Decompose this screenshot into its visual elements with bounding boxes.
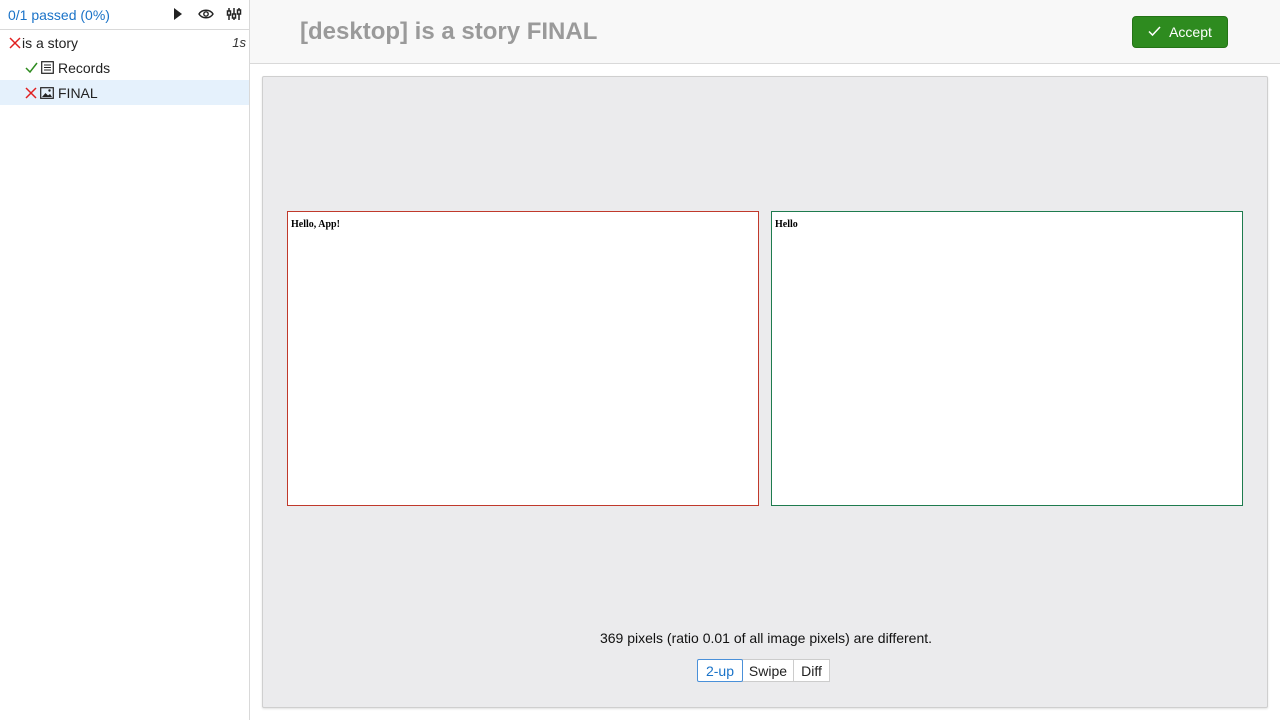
duration-label: 1s bbox=[232, 35, 246, 50]
mode-2up-button[interactable]: 2-up bbox=[697, 659, 743, 682]
tree-item-label: Records bbox=[58, 59, 111, 76]
expected-image-text: Hello bbox=[775, 219, 798, 230]
page-title: [desktop] is a story FINAL bbox=[300, 18, 598, 45]
settings-sliders-icon[interactable] bbox=[225, 5, 243, 23]
image-diff-panel: Hello, App! Hello 369 pixels (ratio 0.01… bbox=[262, 76, 1268, 708]
tree-item-records[interactable]: Records bbox=[0, 55, 249, 80]
view-mode-switcher: 2-up Swipe Diff bbox=[697, 659, 830, 682]
tree-item-final[interactable]: FINAL bbox=[0, 80, 249, 105]
accept-button[interactable]: Accept bbox=[1132, 16, 1228, 48]
sidebar: 0/1 passed (0%) is a story 1s Records FI… bbox=[0, 0, 250, 720]
tree-item-label: is a story bbox=[22, 34, 79, 51]
passed-check-icon bbox=[24, 61, 38, 75]
failed-x-icon bbox=[24, 86, 38, 100]
failed-x-icon bbox=[8, 36, 22, 50]
test-summary[interactable]: 0/1 passed (0%) bbox=[8, 7, 110, 23]
eye-icon[interactable] bbox=[197, 5, 215, 23]
play-icon[interactable] bbox=[169, 5, 187, 23]
topbar: [desktop] is a story FINAL Accept bbox=[250, 0, 1280, 64]
tree-item-label: FINAL bbox=[58, 84, 98, 101]
main-area: [desktop] is a story FINAL Accept Hello,… bbox=[250, 0, 1280, 720]
sidebar-header: 0/1 passed (0%) bbox=[0, 0, 249, 30]
mode-swipe-button[interactable]: Swipe bbox=[742, 659, 794, 682]
image-icon bbox=[40, 86, 54, 100]
tree-item-story[interactable]: is a story 1s bbox=[0, 30, 249, 55]
check-icon bbox=[1148, 24, 1161, 40]
mode-diff-button[interactable]: Diff bbox=[793, 659, 830, 682]
list-icon bbox=[40, 61, 54, 75]
actual-image-text: Hello, App! bbox=[291, 219, 340, 230]
diff-message: 369 pixels (ratio 0.01 of all image pixe… bbox=[599, 630, 933, 646]
actual-image: Hello, App! bbox=[287, 211, 759, 506]
expected-image: Hello bbox=[771, 211, 1243, 506]
accept-label: Accept bbox=[1169, 24, 1212, 40]
sidebar-toolbar bbox=[169, 5, 243, 23]
